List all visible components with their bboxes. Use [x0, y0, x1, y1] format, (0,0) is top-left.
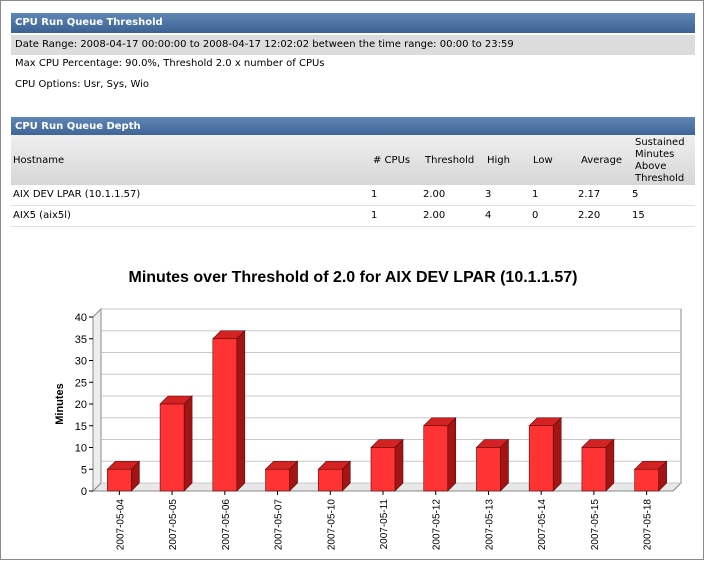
bar-chart: 0 5 10 15 20 25 30 35 40 Minutes 2007-05-04 2007-05… [54, 307, 683, 551]
bar [159, 403, 185, 492]
col-sustained-line: Minutes [635, 149, 675, 160]
cell-threshold: 2.00 [423, 210, 446, 221]
y-tick-label: 30 [75, 356, 87, 368]
cell-low: 1 [532, 189, 539, 200]
x-tick-label: 2007-05-14 [537, 499, 548, 551]
cell-threshold: 2.00 [423, 189, 446, 200]
bar-side [552, 417, 562, 492]
col-sustained[interactable]: Sustained Minutes Above Threshold [635, 137, 685, 185]
cell-cpus: 1 [371, 189, 378, 200]
bar [107, 468, 132, 492]
cell-cpus: 1 [371, 210, 378, 221]
cell-average: 2.17 [578, 189, 601, 200]
bar [634, 468, 659, 492]
bar-side [394, 438, 404, 492]
cpu-options-text: CPU Options: Usr, Sys, Wio [15, 79, 150, 90]
x-tick-label: 2007-05-15 [590, 499, 601, 551]
x-tick-label: 2007-05-05 [168, 499, 179, 551]
y-tick-label: 5 [81, 464, 87, 476]
cell-high: 3 [485, 189, 492, 200]
cell-average: 2.20 [578, 210, 601, 221]
y-tick-label: 40 [75, 312, 87, 324]
chart-title: Minutes over Threshold of 2.0 for AIX DE… [128, 269, 578, 286]
col-average[interactable]: Average [581, 155, 622, 167]
x-tick-label: 2007-05-13 [484, 499, 495, 551]
x-tick-label: 2007-05-04 [115, 499, 126, 551]
y-tick-label: 15 [75, 421, 87, 433]
chart-plot: 0 5 10 15 20 25 30 35 40 Minutes 2007-05-04 2007-05… [54, 307, 683, 551]
table-row[interactable]: AIX5 (aix5l) 1 2.00 4 0 2.20 15 [11, 206, 695, 227]
col-cpus[interactable]: # CPUs [373, 155, 410, 167]
depth-section-header: CPU Run Queue Depth [11, 117, 695, 137]
x-tick-label: 2007-05-18 [643, 499, 654, 551]
table-row[interactable]: AIX DEV LPAR (10.1.1.57) 1 2.00 3 1 2.17… [11, 185, 695, 206]
x-tick-label: 2007-05-07 [274, 499, 285, 551]
y-tick-label: 20 [75, 399, 87, 411]
bar [476, 447, 501, 492]
col-threshold[interactable]: Threshold [425, 155, 474, 167]
y-tick-label: 25 [75, 377, 87, 389]
plot-side-wall [92, 307, 102, 493]
cell-hostname: AIX5 (aix5l) [13, 210, 71, 221]
bar [370, 447, 396, 492]
y-tick-label: 35 [75, 334, 87, 346]
bar-side [500, 438, 509, 492]
bar [265, 468, 290, 492]
y-axis-label: Minutes [54, 383, 66, 425]
cell-sustained: 5 [632, 189, 639, 200]
cell-high: 4 [485, 210, 492, 221]
max-cpu-text: Max CPU Percentage: 90.0%, Threshold 2.0… [15, 58, 325, 69]
bar-side [605, 438, 615, 492]
col-sustained-line: Above [635, 161, 667, 172]
bar-side [236, 330, 246, 492]
col-sustained-line: Sustained [635, 137, 685, 148]
col-low[interactable]: Low [533, 155, 553, 167]
col-high[interactable]: High [487, 155, 510, 167]
col-hostname[interactable]: Hostname [13, 155, 64, 167]
bar [528, 425, 554, 492]
date-range-text: Date Range: 2008-04-17 00:00:00 to 2008-… [11, 35, 695, 55]
threshold-section-header: CPU Run Queue Threshold [11, 13, 695, 33]
bar-side [447, 417, 457, 492]
cell-sustained: 15 [632, 210, 645, 221]
y-tick-label: 10 [75, 443, 87, 455]
bar-side [183, 395, 193, 492]
bar [317, 468, 343, 492]
cell-hostname: AIX DEV LPAR (10.1.1.57) [13, 189, 141, 200]
col-sustained-line: Threshold [635, 173, 685, 184]
y-tick-label: 0 [81, 486, 87, 498]
bar [581, 447, 607, 492]
cell-low: 0 [532, 210, 539, 221]
x-tick-label: 2007-05-11 [379, 499, 390, 550]
table-header: Hostname # CPUs Threshold High Low Avera… [11, 135, 695, 185]
bar [212, 338, 238, 492]
x-tick-label: 2007-05-06 [221, 499, 232, 551]
x-tick-label: 2007-05-10 [326, 499, 337, 551]
bar [423, 425, 449, 492]
report-window: CPU Run Queue Threshold Date Range: 2008… [0, 0, 704, 560]
x-tick-label: 2007-05-12 [432, 499, 443, 551]
